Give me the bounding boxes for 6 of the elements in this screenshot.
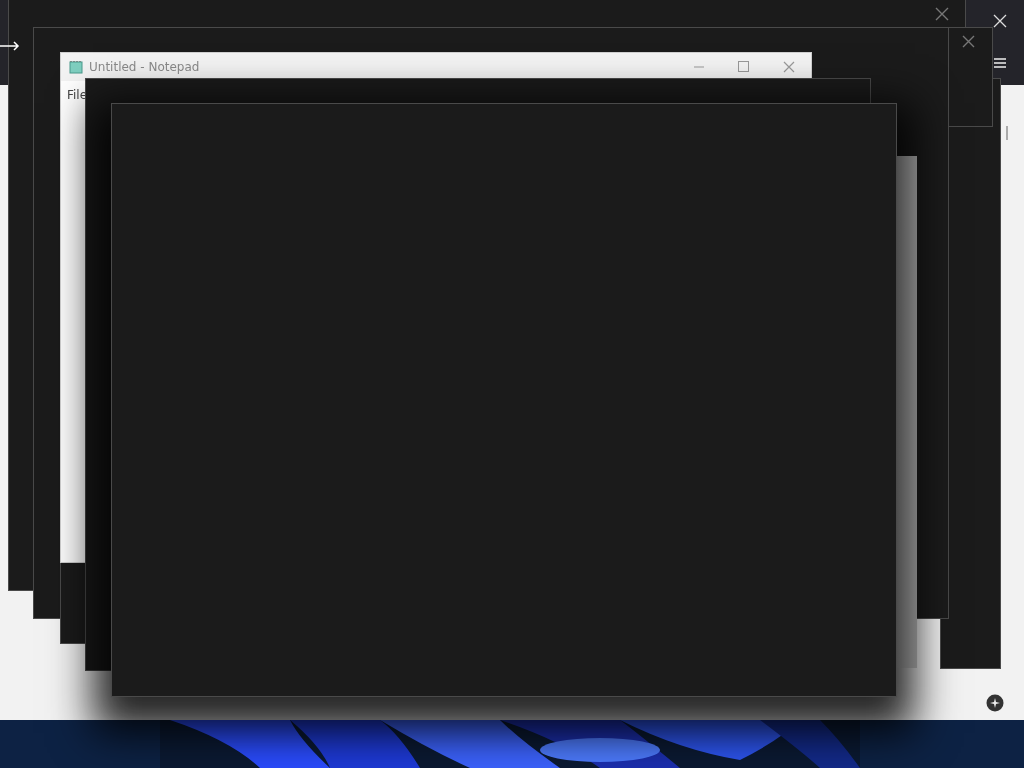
resize-cursor-icon bbox=[0, 40, 20, 52]
scrollbar-thumb[interactable] bbox=[1006, 126, 1008, 140]
maximize-icon[interactable] bbox=[738, 61, 749, 72]
menu-icon[interactable] bbox=[993, 57, 1007, 69]
window-title: Untitled - Notepad bbox=[89, 59, 200, 76]
notepad-icon bbox=[69, 60, 83, 74]
